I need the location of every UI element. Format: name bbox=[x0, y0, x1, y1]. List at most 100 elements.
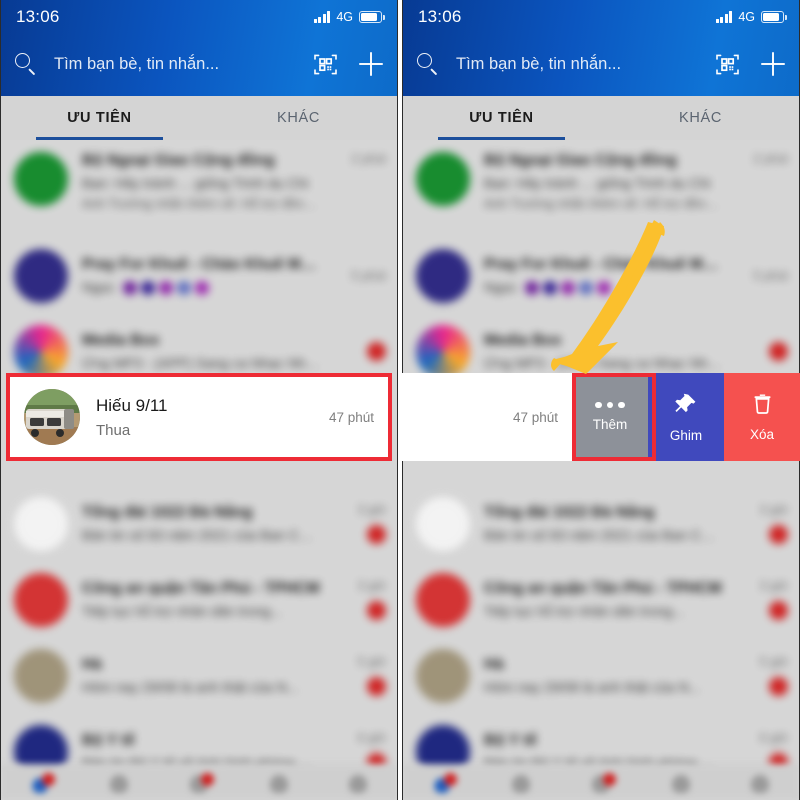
list-item[interactable]: Công an quận Tân Phú - TPHCM Tiếp tục hỗ… bbox=[0, 562, 398, 638]
chat-meta: 5 giờ bbox=[728, 655, 788, 696]
chat-title: Bộ Y tế bbox=[484, 732, 537, 749]
nav-item-contacts[interactable] bbox=[425, 771, 459, 793]
avatar[interactable] bbox=[14, 496, 68, 551]
avatar[interactable] bbox=[14, 648, 68, 703]
avatar[interactable] bbox=[416, 496, 470, 551]
selected-chat-time: 47 phút bbox=[328, 409, 374, 425]
plus-icon[interactable] bbox=[758, 49, 788, 79]
chat-time: 3 giờ bbox=[357, 579, 386, 593]
list-item[interactable]: Công an quận Tân Phú - TPHCM Tiếp tục hỗ… bbox=[402, 562, 800, 638]
list-item[interactable]: Hà Hôm nay 29/08 là anh thật của N... 5 … bbox=[0, 638, 398, 714]
unread-badge bbox=[367, 677, 386, 696]
swipe-action-pin[interactable]: Ghim bbox=[648, 373, 724, 461]
list-item[interactable]: Tổng đài 1022 Đà Nẵng Bản tin số 83 năm … bbox=[402, 486, 800, 562]
chat-preview: Bản tin số 83 năm 2021 của Ban Chỉ... bbox=[82, 527, 320, 543]
chat-title: Bộ Ngoại Giao Cộng đồng bbox=[484, 152, 677, 169]
list-item[interactable]: Pray For Khuê - Chào Khuê Mau... Ngọc 5 … bbox=[0, 238, 398, 314]
avatar[interactable] bbox=[14, 152, 68, 206]
chat-preview: Ứng MP3 - (APP) Sang ca Nhạc Nhất tại... bbox=[82, 355, 320, 371]
avatar[interactable] bbox=[14, 572, 68, 627]
list-item[interactable]: Pray For Khuê - Chào Khuê Mau... Ngọc 5 … bbox=[402, 238, 800, 314]
signal-bars-icon bbox=[313, 11, 331, 23]
avatar[interactable] bbox=[416, 324, 470, 379]
chat-list-left[interactable]: Bộ Ngoại Giao Cộng đồng Bạn: Hãy tránh .… bbox=[0, 140, 398, 800]
chat-title: Công an quận Tân Phú - TPHCM bbox=[82, 580, 320, 597]
nav-item-diary[interactable] bbox=[182, 771, 216, 793]
chat-list-right[interactable]: Bộ Ngoại Giao Cộng đồng Bạn: Hãy tránh .… bbox=[402, 140, 800, 800]
search-icon[interactable] bbox=[14, 52, 38, 76]
swipe-action-more[interactable]: Thêm bbox=[572, 373, 648, 461]
phone-screen-right: 13:06 4G Tìm bạn bè, tin nhắn... ƯU TIÊN… bbox=[402, 0, 800, 800]
avatar[interactable] bbox=[416, 248, 470, 303]
list-item[interactable]: Hà Hôm nay 29/08 là anh thật của N... 5 … bbox=[402, 638, 800, 714]
avatar[interactable] bbox=[416, 152, 470, 206]
search-icon[interactable] bbox=[416, 52, 440, 76]
bottom-nav-right[interactable] bbox=[402, 764, 800, 800]
swipe-action-more-label: Thêm bbox=[592, 417, 628, 433]
selected-chat-row[interactable]: Hiếu 9/11 Thua 47 phút bbox=[10, 377, 388, 457]
swipe-action-row: 47 phút Thêm Ghim Xóa bbox=[402, 373, 800, 461]
qr-code-icon[interactable] bbox=[715, 52, 740, 77]
swipe-revealed-row[interactable]: 47 phút bbox=[402, 373, 572, 461]
tab-bar-right: ƯU TIÊN KHÁC bbox=[402, 96, 800, 140]
trash-icon bbox=[751, 392, 774, 418]
avatar[interactable] bbox=[416, 648, 470, 703]
battery-icon bbox=[359, 11, 385, 23]
swipe-action-delete[interactable]: Xóa bbox=[724, 373, 800, 461]
nav-item-contacts[interactable] bbox=[23, 771, 57, 793]
bottom-nav-left[interactable] bbox=[0, 764, 398, 800]
chat-title: Pray For Khuê - Chào Khuê Mau... bbox=[484, 255, 722, 273]
search-input[interactable]: Tìm bạn bè, tin nhắn... bbox=[48, 55, 303, 74]
chat-title: Bộ Ngoại Giao Cộng đồng bbox=[82, 152, 275, 169]
chat-meta: 5 phút bbox=[728, 269, 788, 283]
chat-body: Công an quận Tân Phú - TPHCM Tiếp tục hỗ… bbox=[68, 580, 326, 619]
nav-item-diary[interactable] bbox=[584, 771, 618, 793]
screenshot-root: 13:06 4G Tìm bạn bè, tin nhắn... ƯU TIÊN… bbox=[0, 0, 800, 800]
tab-uu-tien[interactable]: ƯU TIÊN bbox=[0, 96, 199, 140]
selected-chat-name: Hiếu 9/11 bbox=[96, 395, 168, 415]
chat-title: Tổng đài 1022 Đà Nẵng bbox=[82, 504, 253, 521]
list-item[interactable]: Bộ Ngoại Giao Cộng đồng Bạn: Hãy tránh .… bbox=[0, 140, 398, 238]
chat-body: Tổng đài 1022 Đà Nẵng Bản tin số 83 năm … bbox=[470, 504, 728, 543]
swipe-action-pin-label: Ghim bbox=[669, 427, 703, 443]
chat-meta: 5 phút bbox=[326, 269, 386, 283]
status-time: 13:06 bbox=[16, 7, 60, 26]
search-input[interactable]: Tìm bạn bè, tin nhắn... bbox=[450, 55, 705, 74]
tab-khac[interactable]: KHÁC bbox=[601, 96, 800, 140]
chat-time: 5 phút bbox=[753, 268, 788, 283]
unread-badge bbox=[769, 677, 788, 696]
avatar[interactable] bbox=[14, 248, 68, 303]
selected-chat-message: Thua bbox=[96, 421, 131, 439]
chat-preview-secondary: Anh Trường nhắn thêm về: Hỗ trợ đồng bào… bbox=[82, 196, 320, 211]
avatar[interactable] bbox=[14, 324, 68, 379]
nav-item-discover[interactable] bbox=[504, 771, 538, 793]
nav-item-shop[interactable] bbox=[664, 771, 698, 793]
network-label: 4G bbox=[738, 10, 755, 24]
chat-time: 3 giờ bbox=[357, 503, 386, 517]
nav-item-discover[interactable] bbox=[102, 771, 136, 793]
search-row-right[interactable]: Tìm bạn bè, tin nhắn... bbox=[402, 38, 800, 90]
qr-code-icon[interactable] bbox=[313, 52, 338, 77]
chat-preview-text: Ngọc bbox=[484, 278, 517, 295]
list-item[interactable]: Bộ Ngoại Giao Cộng đồng Bạn: Hãy tránh .… bbox=[402, 140, 800, 238]
chat-preview: Tiếp tục hỗ trợ nhân dân trong... bbox=[484, 603, 685, 619]
search-row-left[interactable]: Tìm bạn bè, tin nhắn... bbox=[0, 38, 398, 90]
chat-preview: Bạn: Hãy tránh ... giống Trinh dụ Chi bbox=[82, 175, 309, 191]
chat-meta bbox=[326, 342, 386, 361]
chat-meta: 3 giờ bbox=[326, 579, 386, 620]
tab-khac[interactable]: KHÁC bbox=[199, 96, 398, 140]
nav-item-profile[interactable] bbox=[743, 771, 777, 793]
chat-preview-secondary: Anh Trường nhắn thêm về: Hỗ trợ đồng bào… bbox=[484, 196, 722, 211]
chat-time: 3 giờ bbox=[759, 579, 788, 593]
list-item[interactable]: Tổng đài 1022 Đà Nẵng Bản tin số 83 năm … bbox=[0, 486, 398, 562]
chat-preview: Tiếp tục hỗ trợ nhân dân trong... bbox=[82, 603, 283, 619]
selected-chat-body: Hiếu 9/11 Thua bbox=[80, 396, 329, 439]
nav-item-shop[interactable] bbox=[262, 771, 296, 793]
photo-avatar[interactable] bbox=[24, 389, 80, 445]
chat-body: Media Box Ứng MP3 - (APP) Sang ca Nhạc N… bbox=[470, 332, 728, 371]
signal-bars-icon bbox=[715, 11, 733, 23]
avatar[interactable] bbox=[416, 572, 470, 627]
tab-uu-tien[interactable]: ƯU TIÊN bbox=[402, 96, 601, 140]
plus-icon[interactable] bbox=[356, 49, 386, 79]
nav-item-profile[interactable] bbox=[341, 771, 375, 793]
